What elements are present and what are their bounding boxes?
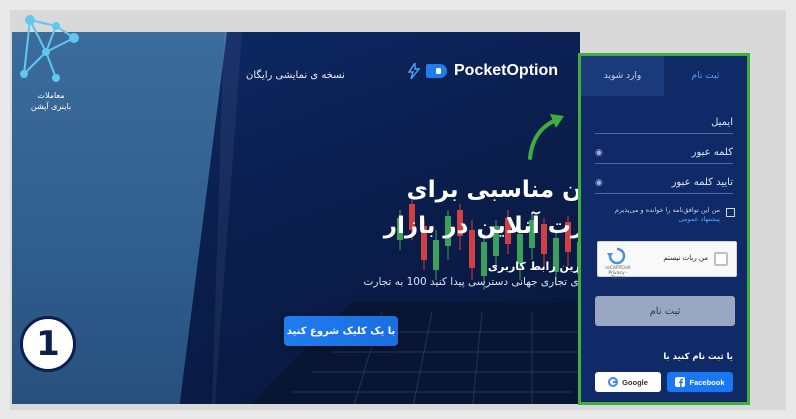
recaptcha-links: Privacy - Terms [608, 271, 628, 281]
google-label: Google [622, 377, 648, 387]
recaptcha-brand: reCAPTCHA Privacy - Terms [602, 266, 634, 281]
terms-link[interactable]: پیشنهاد عمومی [679, 215, 720, 223]
registration-panel: وارد شوید ثبت نام ایمیل کلمه عبور ◉ تایی… [578, 53, 750, 405]
terms-agreement: من این توافق‌نامه را خوانده و می‌پذیرم پ… [595, 206, 735, 224]
step-number-badge: 1 [20, 316, 76, 372]
pocketoption-logo-icon [426, 64, 447, 78]
password-placeholder: کلمه عبور [691, 147, 733, 158]
logo-line2: باینری آپشن [30, 102, 72, 111]
pocketoption-brand[interactable]: PocketOption [408, 62, 558, 80]
tab-login[interactable]: وارد شوید [581, 56, 664, 96]
recaptcha-widget: reCAPTCHA Privacy - Terms من ربات نیستم [597, 241, 737, 281]
brand-name: PocketOption [454, 62, 559, 79]
or-register-with-label: یا ثبت نام کنید با [663, 352, 733, 362]
confirm-password-field[interactable]: تایید کلمه عبور ◉ [595, 172, 733, 194]
terms-label: من این توافق‌نامه را خوانده و می‌پذیرم [614, 206, 720, 214]
terms-checkbox[interactable] [726, 208, 735, 217]
email-placeholder: ایمیل [711, 117, 733, 128]
google-icon [608, 377, 619, 387]
eye-icon[interactable]: ◉ [595, 178, 603, 188]
free-demo-link[interactable]: نسخه ی نمایشی رایگان [246, 70, 345, 81]
confirm-password-placeholder: تایید کلمه عبور [671, 177, 733, 188]
logo-line1: معاملات [37, 91, 65, 100]
google-signup-button[interactable]: Google [595, 372, 661, 392]
logo-text: معاملات باینری آپشن [16, 90, 86, 112]
site-logo[interactable]: معاملات باینری آپشن [16, 12, 82, 112]
start-one-click-button[interactable]: با یک کلیک شروع کنید [284, 316, 398, 346]
facebook-icon [675, 377, 686, 387]
recaptcha-icon [607, 247, 626, 265]
eye-icon[interactable]: ◉ [595, 148, 603, 158]
facebook-signup-button[interactable]: Facebook [667, 372, 733, 392]
captcha-checkbox[interactable] [714, 252, 728, 266]
terms-text: من این توافق‌نامه را خوانده و می‌پذیرم پ… [595, 206, 720, 224]
email-field[interactable]: ایمیل [595, 112, 733, 134]
tab-register[interactable]: ثبت نام [664, 56, 747, 96]
auth-tabs: وارد شوید ثبت نام [581, 56, 747, 96]
laptop-illustration [250, 302, 580, 404]
captcha-label: من ربات نیستم [663, 254, 708, 262]
password-field[interactable]: کلمه عبور ◉ [595, 142, 733, 164]
register-button[interactable]: ثبت نام [595, 296, 735, 326]
facebook-label: Facebook [689, 377, 725, 387]
network-logo-icon [20, 15, 79, 82]
green-arrow-icon [528, 114, 564, 160]
lightning-icon [408, 63, 420, 79]
